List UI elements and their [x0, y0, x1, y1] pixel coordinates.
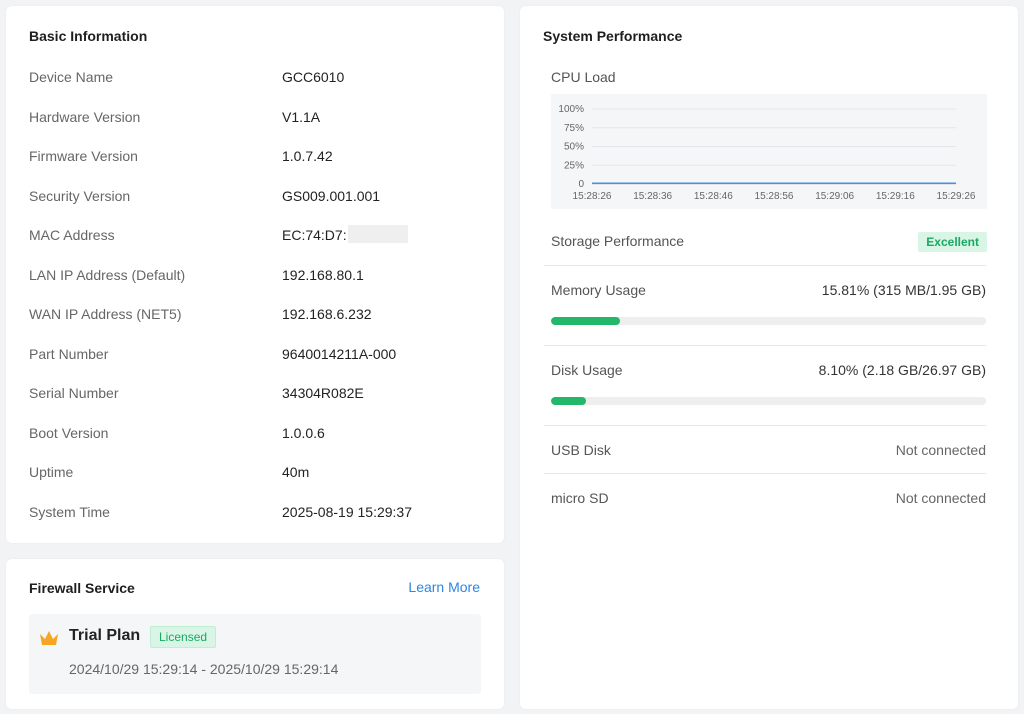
info-row: WAN IP Address (NET5) 192.168.6.232: [29, 306, 489, 326]
storage-status-badge: Excellent: [918, 232, 987, 252]
x-tick-label: 15:28:36: [633, 191, 672, 202]
x-tick-label: 15:29:06: [815, 191, 854, 202]
disk-usage-value: 8.10% (2.18 GB/26.97 GB): [818, 362, 986, 378]
x-tick-label: 15:28:26: [573, 191, 612, 202]
info-value: 9640014211A-000: [282, 345, 397, 362]
info-value: 40m: [282, 464, 310, 480]
memory-usage-bar-fill: [551, 317, 620, 325]
firewall-service-title: Firewall Service: [29, 580, 135, 596]
divider: [544, 265, 986, 266]
info-label: Serial Number: [29, 385, 119, 401]
info-value: 192.168.6.232: [282, 306, 372, 322]
info-row: Device Name GCC6010: [29, 69, 489, 89]
micro-sd-status: Not connected: [895, 490, 986, 506]
y-tick-label: 25%: [564, 160, 584, 171]
micro-sd-label: micro SD: [551, 490, 609, 506]
info-label: Security Version: [29, 187, 131, 204]
info-value: EC:74:D7:: [282, 227, 347, 243]
disk-usage-bar: [551, 397, 986, 405]
cpu-load-chart: 100% 75% 50% 25% 0 15:28:26 15:28:36 15:28:46 15…: [551, 94, 987, 209]
info-row: MAC Address EC:74:D7:: [29, 225, 489, 247]
cpu-load-label: CPU Load: [551, 69, 616, 85]
info-row: LAN IP Address (Default) 192.168.80.1: [29, 267, 489, 287]
mac-mask-block: [347, 225, 408, 244]
info-label: Uptime: [29, 464, 74, 480]
info-value: 1.0.7.42: [282, 148, 333, 164]
info-row: Firmware Version 1.0.7.42: [29, 148, 489, 168]
divider: [544, 345, 986, 346]
info-value: GCC6010: [282, 69, 345, 85]
info-label: Part Number: [29, 345, 109, 362]
learn-more-link[interactable]: Learn More: [408, 579, 480, 595]
info-label: LAN IP Address (Default): [29, 266, 186, 283]
system-performance-title: System Performance: [543, 28, 683, 44]
memory-usage-label: Memory Usage: [551, 282, 646, 298]
info-value: V1.1A: [282, 108, 321, 125]
info-row: Boot Version 1.0.0.6: [29, 425, 489, 445]
disk-usage-bar-fill: [551, 397, 587, 405]
memory-usage-value: 15.81% (315 MB/1.95 GB): [821, 282, 986, 298]
plan-dates: 2024/10/29 15:29:14 - 2025/10/29 15:29:1…: [69, 661, 339, 677]
info-label: Device Name: [29, 69, 114, 85]
cpu-load-svg: 100% 75% 50% 25% 015:28:26 15:28:36 15:28:46 15…: [558, 104, 976, 202]
info-label: Firmware Version: [29, 148, 138, 164]
x-tick-label: 15:29:26: [937, 191, 976, 202]
info-label: Hardware Version: [29, 108, 141, 125]
plan-box: Trial Plan Licensed 2024/10/29 15:29:14 …: [29, 614, 481, 694]
disk-usage-label: Disk Usage: [551, 362, 623, 378]
info-label: System Time: [29, 503, 110, 520]
info-value: 34304R082E: [282, 385, 364, 401]
divider: [544, 473, 986, 474]
usb-disk-status: Not connected: [895, 442, 986, 458]
usb-disk-label: USB Disk: [551, 442, 611, 458]
info-row: Part Number 9640014211A-000: [29, 346, 489, 366]
info-value: 192.168.80.1: [282, 266, 364, 283]
info-label: MAC Address: [29, 227, 115, 243]
basic-information-title: Basic Information: [29, 28, 148, 44]
divider: [544, 425, 986, 426]
x-tick-label: 15:29:16: [876, 191, 915, 202]
x-tick-label: 15:28:56: [755, 191, 794, 202]
storage-performance-label: Storage Performance: [551, 233, 685, 249]
y-tick-label: 75%: [564, 123, 584, 134]
crown-icon: [40, 631, 58, 645]
info-value: 2025-08-19 15:29:37: [282, 503, 412, 520]
info-row: Uptime 40m: [29, 464, 489, 484]
info-value: 1.0.0.6: [282, 424, 325, 441]
basic-information-card: Basic Information Device Name GCC6010 Hard…: [6, 6, 504, 543]
memory-usage-bar: [551, 317, 986, 325]
info-row: Serial Number 34304R082E: [29, 385, 489, 405]
info-label: Boot Version: [29, 424, 109, 441]
y-tick-label: 50%: [564, 142, 584, 153]
x-tick-label: 15:28:46: [694, 191, 733, 202]
info-row: System Time 2025-08-19 15:29:37: [29, 504, 489, 524]
info-row: Security Version GS009.001.001: [29, 188, 489, 208]
firewall-service-card: Firewall Service Learn More Trial Plan L…: [6, 559, 504, 709]
info-value: GS009.001.001: [282, 187, 381, 204]
y-tick-label: 0: [578, 179, 584, 190]
system-performance-card: System Performance CPU Load 100% 75% 50% 25…: [520, 6, 1018, 709]
info-row: Hardware Version V1.1A: [29, 109, 489, 129]
info-label: WAN IP Address (NET5): [29, 306, 182, 322]
plan-name: Trial Plan: [69, 627, 141, 644]
licensed-badge: Licensed: [150, 626, 217, 648]
y-tick-label: 100%: [558, 104, 584, 115]
